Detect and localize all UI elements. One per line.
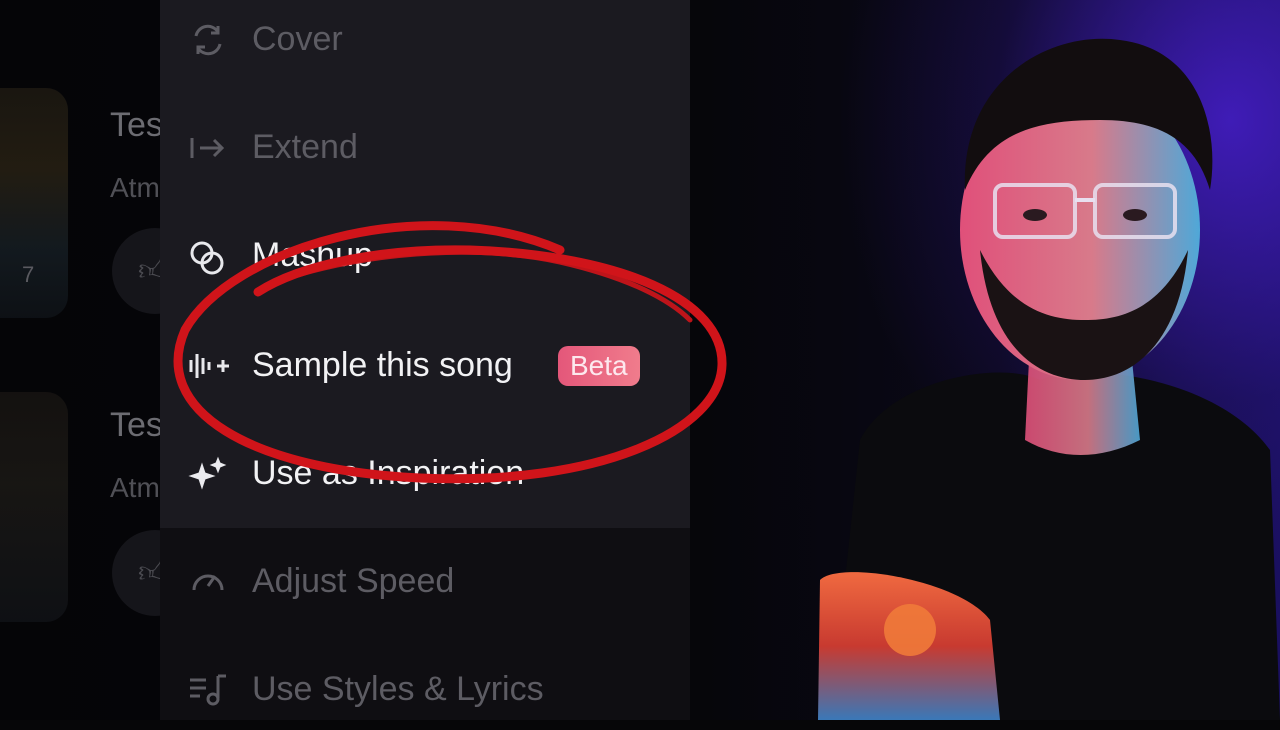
menu-item-use-as-inspiration[interactable]: Use as Inspiration xyxy=(160,434,690,514)
song-thumbnail[interactable] xyxy=(0,392,68,622)
sparkle-icon xyxy=(188,456,228,492)
extend-arrow-icon xyxy=(188,130,228,166)
cover-icon xyxy=(188,22,228,58)
song-context-menu: Cover Extend Mashup Sample this song Bet… xyxy=(160,0,690,720)
waveform-plus-icon xyxy=(188,348,229,384)
song-title[interactable]: Tes xyxy=(110,106,163,145)
menu-item-adjust-speed[interactable]: Adjust Speed xyxy=(160,542,690,622)
beta-badge: Beta xyxy=(558,346,640,386)
menu-item-label: Extend xyxy=(252,128,358,166)
lyrics-note-icon xyxy=(188,672,228,708)
menu-item-sample-this-song[interactable]: Sample this song Beta xyxy=(160,326,690,406)
menu-item-mashup[interactable]: Mashup xyxy=(160,216,690,296)
song-subtitle: Atm xyxy=(110,472,160,503)
menu-item-label: Sample this song xyxy=(252,346,513,384)
menu-item-label: Adjust Speed xyxy=(252,562,455,600)
menu-item-label: Cover xyxy=(252,20,343,58)
menu-item-label: Use Styles & Lyrics xyxy=(252,670,544,708)
song-title[interactable]: Tes xyxy=(110,406,163,445)
song-number: 7 xyxy=(22,262,35,287)
menu-item-label: Use as Inspiration xyxy=(252,454,525,492)
menu-item-cover[interactable]: Cover xyxy=(160,0,690,80)
speedometer-icon xyxy=(188,564,228,600)
presenter-photo xyxy=(818,38,1280,720)
song-subtitle: Atm xyxy=(110,172,160,203)
menu-item-label: Mashup xyxy=(252,236,373,274)
menu-item-extend[interactable]: Extend xyxy=(160,108,690,188)
menu-item-use-styles-lyrics[interactable]: Use Styles & Lyrics xyxy=(160,650,690,730)
mashup-circles-icon xyxy=(188,238,228,275)
